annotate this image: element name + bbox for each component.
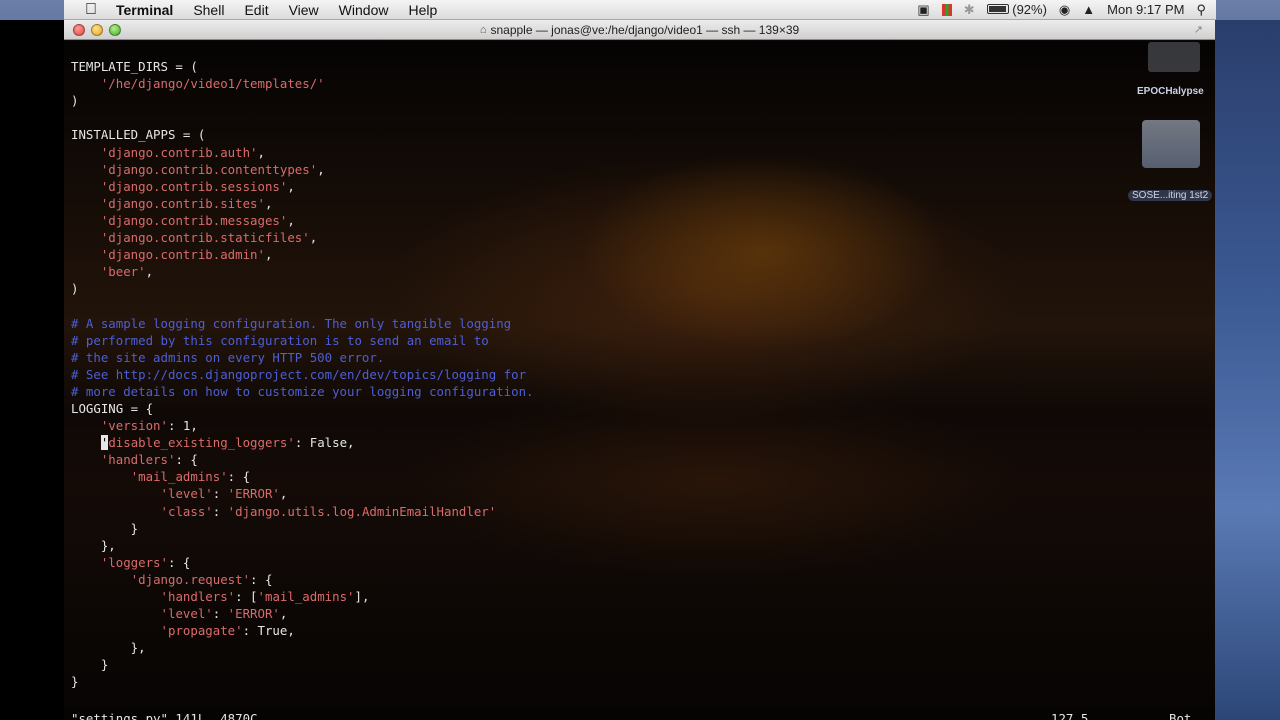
code-line: 'django.contrib.staticfiles', [100,230,318,246]
code-line: } [71,657,109,673]
menu-terminal[interactable]: Terminal [114,0,183,20]
terminal-window: ⌂ snapple — jonas@ve:/he/django/video1 —… [64,20,1215,720]
code-line: } [71,520,139,536]
code-line: 'django.contrib.auth', [100,144,265,160]
code-line: LOGGING = { [71,400,154,416]
input-flag-icon[interactable] [941,3,952,16]
desktop-right-edge [1215,20,1280,720]
menubar-status-area: ▣ ✱ (92%) ◉ ▲ Mon 9:17 PM ⚲ [917,0,1216,20]
vim-buffer[interactable]: TEMPLATE_DIRS = ( '/he/django/video1/tem… [71,41,1201,691]
terminal-content[interactable]: TEMPLATE_DIRS = ( '/he/django/video1/tem… [64,41,1215,720]
menu-help[interactable]: Help [398,0,447,20]
code-line: 'handlers': ['mail_admins'], [160,589,370,604]
code-line: INSTALLED_APPS = ( [71,127,206,143]
screen-record-icon[interactable]: ▣ [917,0,929,20]
code-line: TEMPLATE_DIRS = ( [71,59,198,75]
code-line: 'beer', [100,264,154,280]
code-line: 'disable_existing_loggers': False, [100,435,355,451]
zoom-button[interactable] [109,24,121,36]
code-line: 'level': 'ERROR', [160,486,288,502]
window-title: snapple — jonas@ve:/he/django/video1 — s… [490,22,800,37]
window-controls [73,24,121,36]
code-line: # performed by this configuration is to … [71,332,489,348]
code-line: 'propagate': True, [160,623,295,639]
code-line: } [71,674,79,690]
menubar:  Terminal Shell Edit View Window Help ▣… [64,0,1216,20]
fullscreen-icon[interactable]: ↗ [1194,23,1203,36]
status-scroll-position: Bot [1169,711,1192,720]
code-line: 'handlers': { [100,452,198,468]
volume-icon[interactable]: ▲ [1082,0,1095,20]
code-line: 'django.contrib.sessions', [100,178,295,194]
desktop-label[interactable]: SOSE...iting 1st2 [1128,190,1213,201]
code-line: 'version': 1, [100,418,198,434]
status-cursor-position: 127,5 [1051,711,1089,720]
battery-percent: (92%) [1012,1,1047,17]
battery-group[interactable]: (92%) [986,0,1047,20]
battery-icon [986,3,1009,14]
window-titlebar[interactable]: ⌂ snapple — jonas@ve:/he/django/video1 —… [64,20,1215,40]
code-line: '/he/django/video1/templates/' [100,76,325,92]
code-line: }, [71,537,116,553]
apple-icon[interactable]:  [80,0,102,20]
vim-status-line: "settings.py" 141L, 4870C 127,5 Bot [71,711,1201,720]
minimize-button[interactable] [91,24,103,36]
code-line: 'loggers': { [100,554,191,570]
menu-window[interactable]: Window [329,0,399,20]
code-line: 'django.contrib.sites', [100,195,273,211]
menu-edit[interactable]: Edit [234,0,278,20]
code-line: 'django.contrib.contenttypes', [100,161,325,177]
code-line: 'class': 'django.utils.log.AdminEmailHan… [160,503,497,519]
home-icon: ⌂ [479,23,487,36]
code-line: # A sample logging configuration. The on… [71,315,512,331]
folder-icon[interactable] [1142,120,1200,168]
code-line: ) [71,93,79,109]
code-line: 'mail_admins': { [130,469,251,485]
code-line: 'django.contrib.admin', [100,247,273,263]
clock[interactable]: Mon 9:17 PM [1107,0,1184,20]
code-line: # more details on how to customize your … [71,383,534,399]
code-line: 'django.contrib.messages', [100,212,295,228]
bluetooth-icon[interactable]: ✱ [964,0,975,20]
code-line: 'level': 'ERROR', [160,606,288,622]
close-button[interactable] [73,24,85,36]
menu-shell[interactable]: Shell [183,0,234,20]
desktop-label[interactable]: EPOCHalypse [1137,86,1204,97]
status-file-info: "settings.py" 141L, 4870C [71,711,258,720]
desktop-item[interactable] [1148,42,1200,72]
spotlight-search-icon[interactable]: ⚲ [1196,0,1206,20]
code-line: }, [71,640,146,656]
wifi-icon[interactable]: ◉ [1059,0,1070,20]
code-line: ) [71,281,79,297]
code-line: 'django.request': { [130,571,273,587]
code-line: # See http://docs.djangoproject.com/en/d… [71,366,527,382]
desktop-left-edge [0,20,64,720]
code-line: # the site admins on every HTTP 500 erro… [71,349,385,365]
menu-view[interactable]: View [279,0,329,20]
